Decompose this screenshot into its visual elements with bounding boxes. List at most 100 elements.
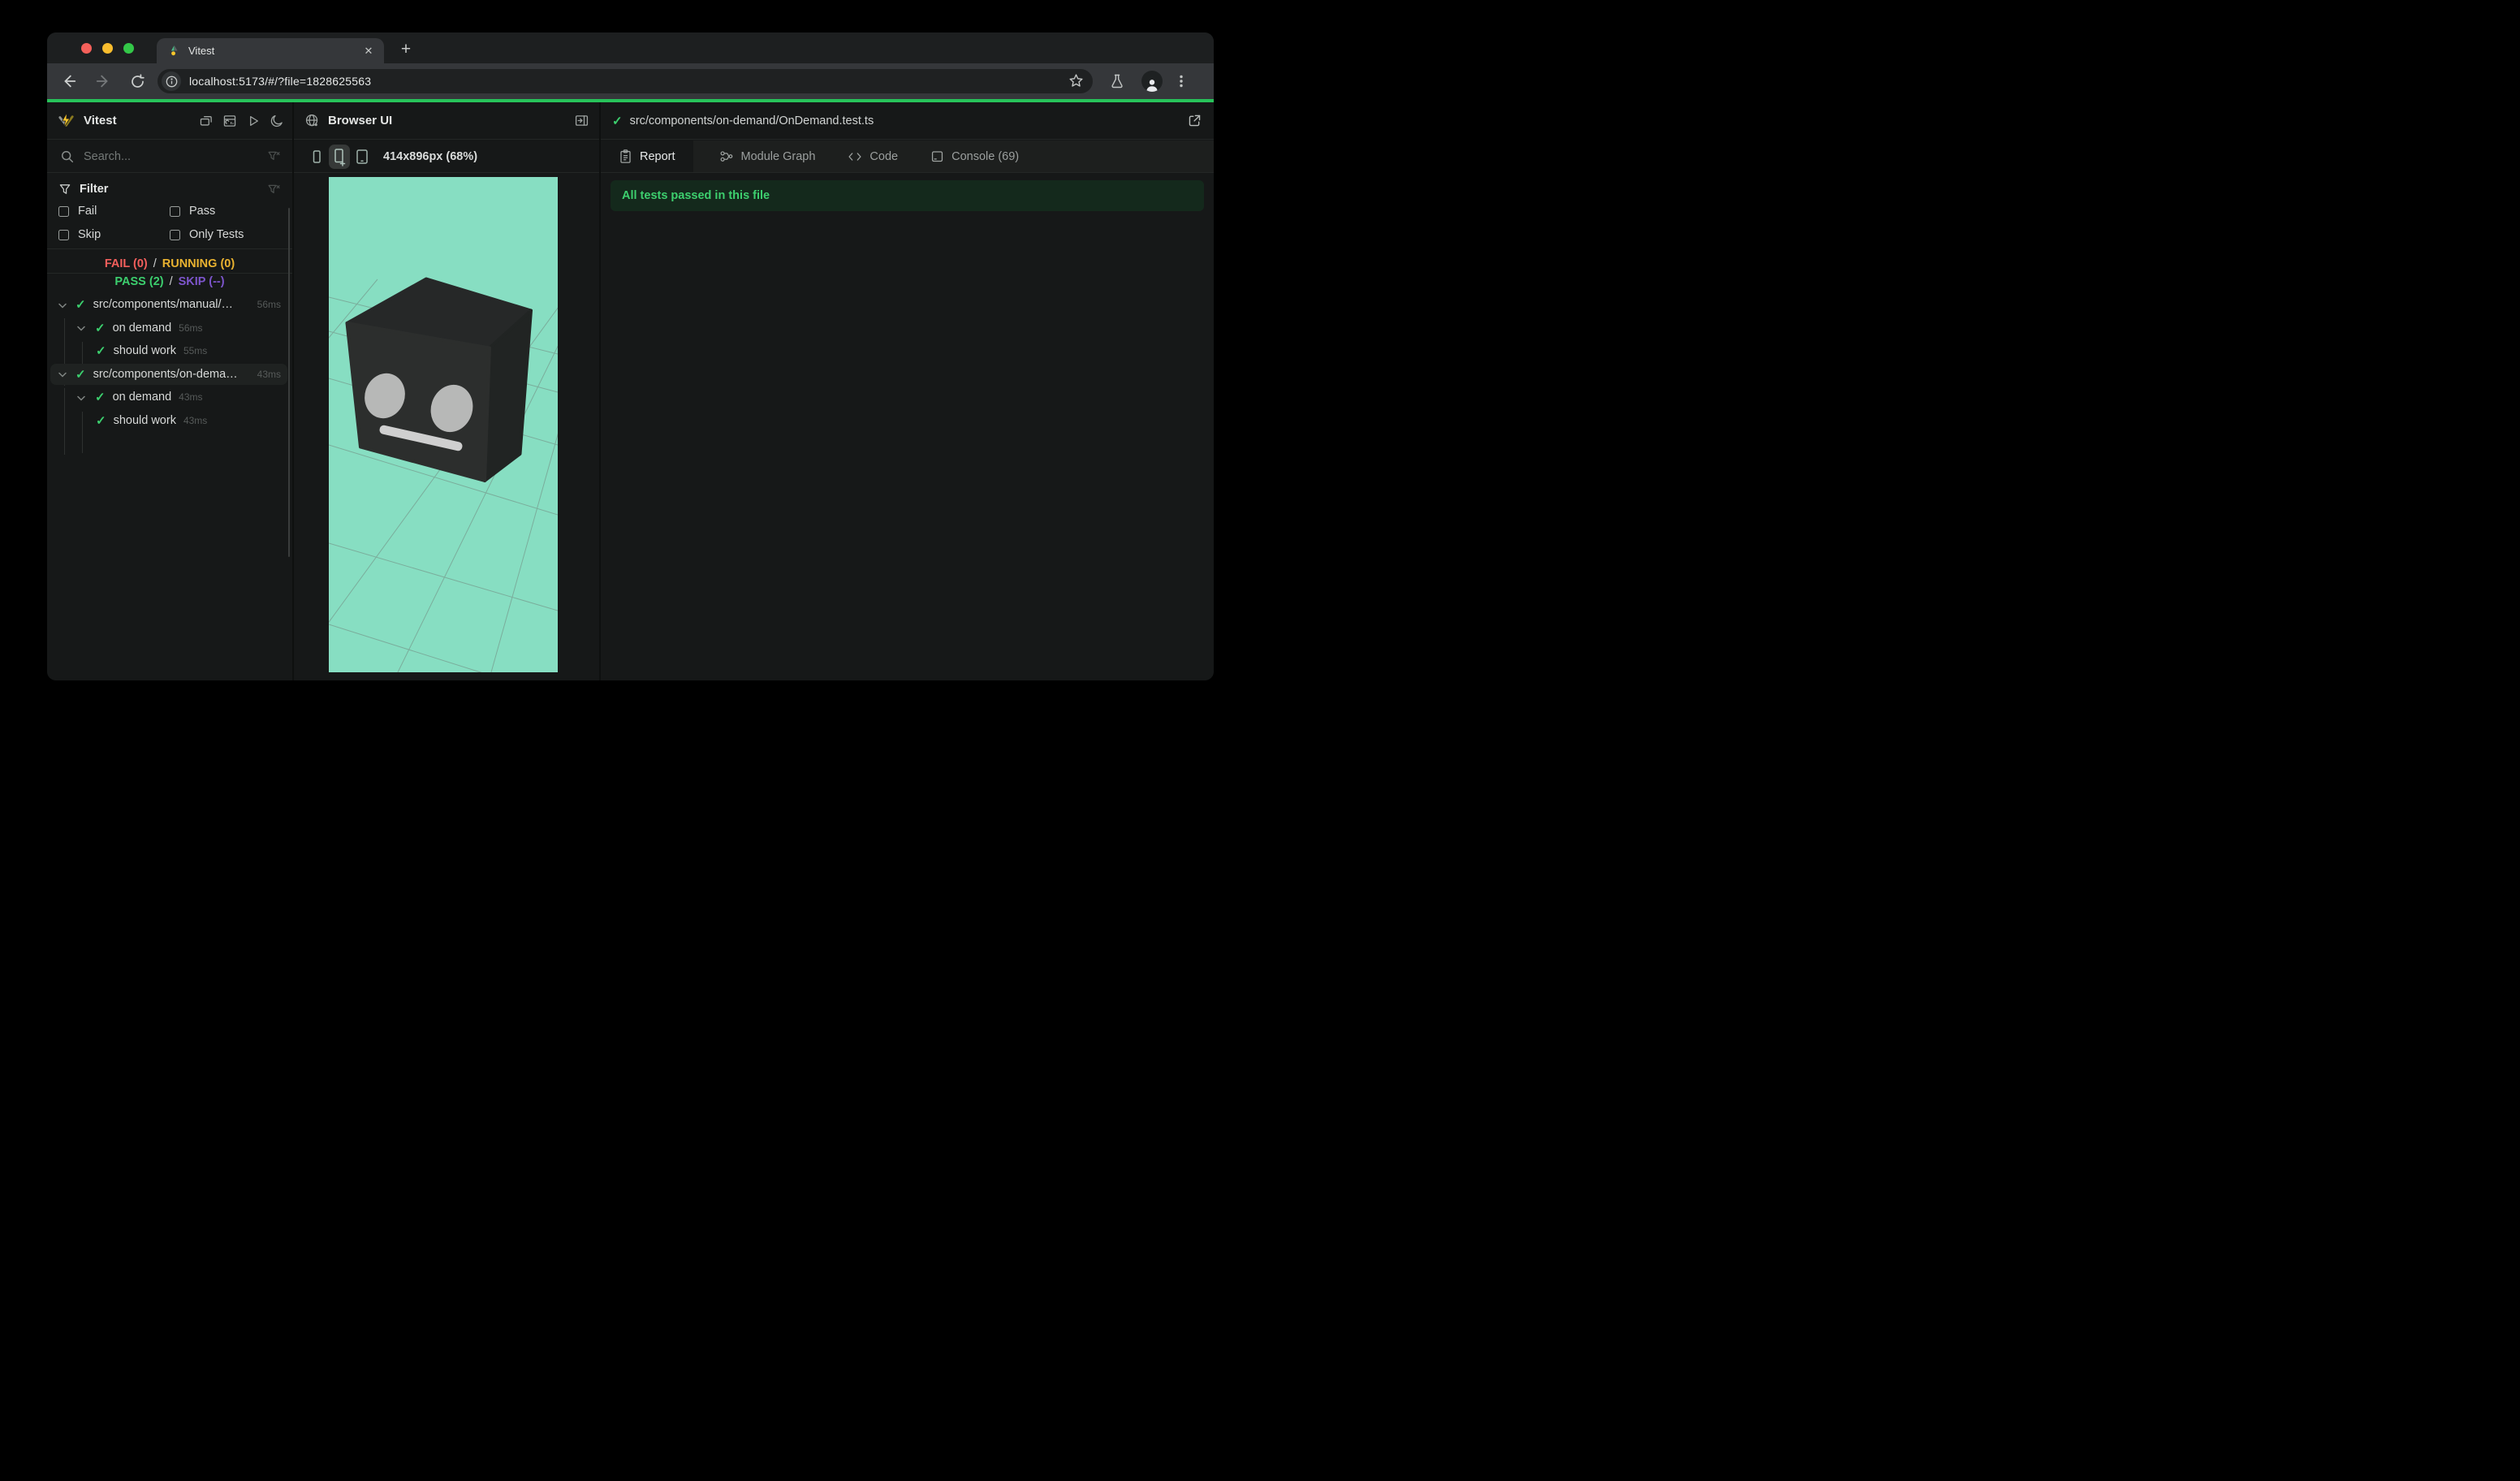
dark-mode-moon-icon[interactable] xyxy=(270,114,284,128)
test-duration: 43ms xyxy=(257,368,281,380)
tab-close-icon[interactable]: ✕ xyxy=(361,44,376,58)
test-explorer-panel: Vitest Search... Filter Fail Pass Skip O… xyxy=(47,102,294,680)
robot-cube xyxy=(345,277,533,482)
run-all-play-icon[interactable] xyxy=(246,114,261,128)
filter-checkbox-skip[interactable]: Skip xyxy=(58,224,170,245)
skip-count: SKIP (--) xyxy=(178,275,225,288)
filter-checkbox-pass[interactable]: Pass xyxy=(170,201,281,222)
funnel-icon xyxy=(58,183,71,196)
checkbox-label: Only Tests xyxy=(189,228,244,241)
zoom-window-button[interactable] xyxy=(123,42,134,54)
checkbox[interactable] xyxy=(170,229,180,240)
test-case-row[interactable]: ✓ should work 43ms xyxy=(47,409,292,433)
search-input[interactable] xyxy=(84,149,267,163)
report-file-path: src/components/on-demand/OnDemand.test.t… xyxy=(629,114,874,127)
scrollbar[interactable] xyxy=(288,208,290,557)
check-icon: ✓ xyxy=(76,298,86,313)
check-icon: ✓ xyxy=(612,114,623,128)
filter-clear-icon[interactable] xyxy=(267,183,281,196)
vitest-favicon-icon xyxy=(168,45,180,57)
preview-canvas[interactable] xyxy=(329,177,558,672)
tab-label: Console (69) xyxy=(951,149,1020,163)
tab-label: Report xyxy=(640,149,675,163)
browser-tab[interactable]: Vitest ✕ xyxy=(157,38,384,63)
test-case-name: should work xyxy=(113,413,176,427)
test-suite-row[interactable]: ✓ on demand 43ms xyxy=(47,386,292,409)
tab-report[interactable]: Report xyxy=(601,140,693,172)
filter-header: Filter xyxy=(47,179,292,200)
chevron-down-icon[interactable] xyxy=(58,303,67,309)
status-summary-top: FAIL (0) / RUNNING (0) xyxy=(47,256,292,272)
test-case-row[interactable]: ✓ should work 55ms xyxy=(47,339,292,363)
vitest-ui: Vitest Search... Filter Fail Pass Skip O… xyxy=(47,102,1214,680)
banner-text: All tests passed in this file xyxy=(622,189,770,202)
preview-header: Browser UI xyxy=(294,102,599,140)
checkbox[interactable] xyxy=(170,205,180,217)
filter-checkbox-fail[interactable]: Fail xyxy=(58,201,170,222)
forward-button[interactable] xyxy=(91,69,115,93)
test-suite-row[interactable]: ✓ on demand 56ms xyxy=(47,317,292,340)
test-duration: 55ms xyxy=(183,345,208,357)
clear-filter-icon[interactable] xyxy=(267,149,281,163)
profile-avatar[interactable] xyxy=(1141,71,1163,92)
chevron-down-icon[interactable] xyxy=(58,372,67,378)
reload-button[interactable] xyxy=(125,69,149,93)
chevron-down-icon[interactable] xyxy=(77,395,85,401)
report-panel: ✓ src/components/on-demand/OnDemand.test… xyxy=(601,102,1214,680)
checkbox-label: Fail xyxy=(78,205,97,218)
open-external-icon[interactable] xyxy=(1187,113,1202,128)
report-header: ✓ src/components/on-demand/OnDemand.test… xyxy=(601,102,1214,140)
test-file-row[interactable]: ✓ src/components/manual/… 56ms xyxy=(47,293,292,317)
test-duration: 43ms xyxy=(179,391,203,404)
tab-code[interactable]: Code xyxy=(831,140,914,172)
code-icon xyxy=(848,150,862,163)
test-file-row-selected[interactable]: ✓ src/components/on-dema… 43ms xyxy=(47,363,292,386)
check-icon: ✓ xyxy=(96,344,106,359)
tab-label: Code xyxy=(869,149,899,163)
expand-panel-icon[interactable] xyxy=(574,113,589,128)
separator: / xyxy=(153,257,157,270)
chevron-down-icon[interactable] xyxy=(77,326,85,331)
tab-module-graph[interactable]: Module Graph xyxy=(703,140,832,172)
new-tab-button[interactable]: + xyxy=(395,39,417,62)
search-row xyxy=(47,140,292,173)
close-window-button[interactable] xyxy=(81,42,92,54)
chrome-labs-flask-icon[interactable] xyxy=(1107,71,1128,92)
running-count: RUNNING (0) xyxy=(162,257,235,270)
clipboard-icon xyxy=(619,149,632,164)
sidebar-header: Vitest xyxy=(47,102,292,140)
browser-window: Vitest ✕ + localhost:5173/#/?file=182862… xyxy=(47,32,1214,680)
report-summary-icon[interactable] xyxy=(222,114,237,128)
minimize-window-button[interactable] xyxy=(102,42,113,54)
search-icon xyxy=(60,149,74,163)
checkbox[interactable] xyxy=(58,205,69,217)
url-bar[interactable]: localhost:5173/#/?file=1828625563 xyxy=(158,69,1093,93)
dashboard-windows-icon[interactable] xyxy=(199,114,214,128)
device-tablet-button[interactable] xyxy=(352,146,372,167)
tab-console[interactable]: Console (69) xyxy=(914,140,1035,172)
browser-tab-strip: Vitest ✕ + xyxy=(47,32,1214,63)
module-graph-icon xyxy=(719,149,734,164)
device-phone-plus-button[interactable] xyxy=(329,144,350,169)
device-toolbar: 414x896px (68%) xyxy=(294,140,599,173)
filter-checkbox-only-tests[interactable]: Only Tests xyxy=(170,224,281,245)
url-text: localhost:5173/#/?file=1828625563 xyxy=(189,75,372,88)
test-duration: 56ms xyxy=(257,299,281,311)
checkbox-label: Pass xyxy=(189,205,216,218)
viewport-size-label: 414x896px (68%) xyxy=(383,149,478,163)
console-icon xyxy=(930,149,944,163)
test-suite-name: on demand xyxy=(112,321,172,335)
back-button[interactable] xyxy=(57,69,81,93)
tab-title: Vitest xyxy=(188,45,215,57)
browser-menu-kebab-icon[interactable] xyxy=(1171,71,1192,92)
bookmark-star-icon[interactable] xyxy=(1068,72,1085,89)
site-info-icon[interactable] xyxy=(162,71,181,91)
check-icon: ✓ xyxy=(95,321,106,335)
checkbox[interactable] xyxy=(58,229,69,240)
vitest-logo-icon xyxy=(57,111,76,130)
pass-count: PASS (2) xyxy=(114,275,164,288)
divider xyxy=(47,248,292,249)
preview-title: Browser UI xyxy=(328,114,393,127)
filter-label: Filter xyxy=(80,183,109,196)
device-phone-small-button[interactable] xyxy=(307,146,326,167)
